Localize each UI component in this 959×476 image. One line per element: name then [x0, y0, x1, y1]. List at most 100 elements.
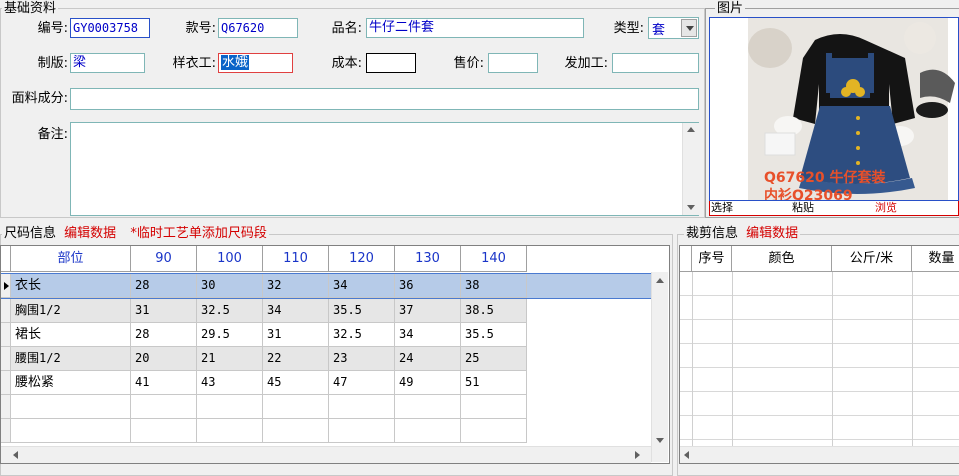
product-photo[interactable]: Q67620 牛仔套装 内衫Q23069 — [709, 17, 959, 201]
empty-cell[interactable] — [197, 419, 263, 443]
col-header-100[interactable]: 100 — [197, 246, 263, 272]
scroll-down-icon[interactable] — [687, 205, 695, 210]
cell-value[interactable]: 30 — [197, 274, 263, 298]
cell-value[interactable]: 43 — [197, 371, 263, 395]
col-header-seq[interactable]: 序号 — [692, 246, 732, 272]
table-row[interactable]: 腰松紧 41 43 45 47 49 51 — [1, 371, 527, 395]
price-field[interactable] — [488, 53, 538, 73]
cost-field[interactable] — [366, 53, 416, 73]
cell-value[interactable]: 37 — [395, 299, 461, 323]
cell-value[interactable]: 35.5 — [329, 299, 395, 323]
col-header-120[interactable]: 120 — [329, 246, 395, 272]
cell-value[interactable]: 36 — [395, 274, 461, 298]
empty-cell[interactable] — [11, 419, 131, 443]
cell-value[interactable]: 47 — [329, 371, 395, 395]
empty-cell[interactable] — [395, 395, 461, 419]
cell-value[interactable]: 32 — [263, 274, 329, 298]
cut-grid-body[interactable] — [680, 272, 959, 447]
cell-value[interactable]: 28 — [131, 323, 197, 347]
browse-image-button[interactable]: 浏览 — [875, 201, 897, 215]
size-grid-hscrollbar[interactable] — [1, 446, 651, 463]
cell-value[interactable]: 28 — [131, 274, 197, 298]
empty-cell[interactable] — [461, 395, 527, 419]
pattern-maker-field[interactable]: 梁 — [70, 53, 145, 73]
cell-value[interactable]: 24 — [395, 347, 461, 371]
table-row[interactable]: 胸围1/2 31 32.5 34 35.5 37 38.5 — [1, 299, 527, 323]
sample-worker-field[interactable]: 水娥 — [218, 53, 293, 73]
empty-cell[interactable] — [11, 395, 131, 419]
product-name-field[interactable]: 牛仔二件套 — [366, 18, 584, 38]
empty-cell[interactable] — [131, 419, 197, 443]
cell-part[interactable]: 裙长 — [11, 323, 131, 347]
size-grid-vscrollbar[interactable] — [651, 272, 668, 462]
cut-grid-hscrollbar[interactable] — [680, 446, 959, 463]
scroll-up-icon[interactable] — [656, 278, 664, 283]
col-header-110[interactable]: 110 — [263, 246, 329, 272]
type-select[interactable]: 套 — [648, 17, 699, 39]
table-row[interactable]: 腰围1/2 20 21 22 23 24 25 — [1, 347, 527, 371]
row-indicator[interactable] — [1, 419, 11, 443]
remark-scrollbar[interactable] — [682, 123, 699, 215]
paste-image-button[interactable]: 粘贴 — [792, 201, 814, 215]
row-indicator[interactable] — [1, 299, 11, 323]
cell-value[interactable]: 23 — [329, 347, 395, 371]
cell-value[interactable]: 32.5 — [329, 323, 395, 347]
table-row[interactable] — [1, 395, 527, 419]
cell-part[interactable]: 胸围1/2 — [11, 299, 131, 323]
col-header-130[interactable]: 130 — [395, 246, 461, 272]
empty-cell[interactable] — [395, 419, 461, 443]
cell-value[interactable]: 51 — [461, 371, 527, 395]
remark-textarea[interactable] — [70, 122, 699, 216]
cell-value[interactable]: 41 — [131, 371, 197, 395]
empty-cell[interactable] — [263, 395, 329, 419]
cell-part[interactable]: 腰围1/2 — [11, 347, 131, 371]
cell-part[interactable]: 腰松紧 — [11, 371, 131, 395]
col-header-90[interactable]: 90 — [131, 246, 197, 272]
cell-value[interactable]: 34 — [329, 274, 395, 298]
row-indicator[interactable] — [1, 371, 11, 395]
cell-value[interactable]: 49 — [395, 371, 461, 395]
col-header-140[interactable]: 140 — [461, 246, 527, 272]
scroll-right-icon[interactable] — [635, 451, 640, 459]
cell-value[interactable]: 21 — [197, 347, 263, 371]
col-header-part[interactable]: 部位 — [11, 246, 131, 272]
empty-cell[interactable] — [131, 395, 197, 419]
cell-value[interactable]: 38 — [461, 274, 527, 298]
table-row[interactable]: 裙长 28 29.5 31 32.5 34 35.5 — [1, 323, 527, 347]
col-header-color[interactable]: 颜色 — [732, 246, 832, 272]
col-header-qty[interactable]: 数量 — [912, 246, 959, 272]
style-no-field[interactable]: Q67620 — [218, 18, 298, 38]
cell-value[interactable]: 35.5 — [461, 323, 527, 347]
table-row[interactable] — [1, 419, 527, 443]
empty-cell[interactable] — [197, 395, 263, 419]
fabric-field[interactable] — [70, 88, 699, 110]
cell-value[interactable]: 38.5 — [461, 299, 527, 323]
cell-value[interactable]: 29.5 — [197, 323, 263, 347]
code-field[interactable]: GY0003758 — [70, 18, 150, 38]
row-indicator[interactable] — [1, 323, 11, 347]
size-edit-link[interactable]: 编辑数据 — [64, 226, 116, 241]
row-indicator[interactable] — [1, 395, 11, 419]
scroll-up-icon[interactable] — [687, 127, 695, 132]
cell-value[interactable]: 31 — [131, 299, 197, 323]
empty-cell[interactable] — [329, 395, 395, 419]
empty-cell[interactable] — [461, 419, 527, 443]
select-image-button[interactable]: 选择 — [711, 201, 733, 215]
empty-cell[interactable] — [329, 419, 395, 443]
outsource-field[interactable] — [612, 53, 699, 73]
scroll-left-icon[interactable] — [684, 451, 689, 459]
cell-value[interactable]: 34 — [395, 323, 461, 347]
cell-value[interactable]: 22 — [263, 347, 329, 371]
cell-value[interactable]: 34 — [263, 299, 329, 323]
row-indicator[interactable] — [1, 347, 11, 371]
scroll-left-icon[interactable] — [13, 451, 18, 459]
cell-part[interactable]: 衣长 — [11, 274, 131, 298]
row-indicator[interactable] — [1, 274, 11, 298]
cell-value[interactable]: 31 — [263, 323, 329, 347]
cell-value[interactable]: 45 — [263, 371, 329, 395]
cell-value[interactable]: 25 — [461, 347, 527, 371]
cell-value[interactable]: 20 — [131, 347, 197, 371]
cut-edit-link[interactable]: 编辑数据 — [746, 226, 798, 241]
scroll-down-icon[interactable] — [656, 438, 664, 443]
cell-value[interactable]: 32.5 — [197, 299, 263, 323]
